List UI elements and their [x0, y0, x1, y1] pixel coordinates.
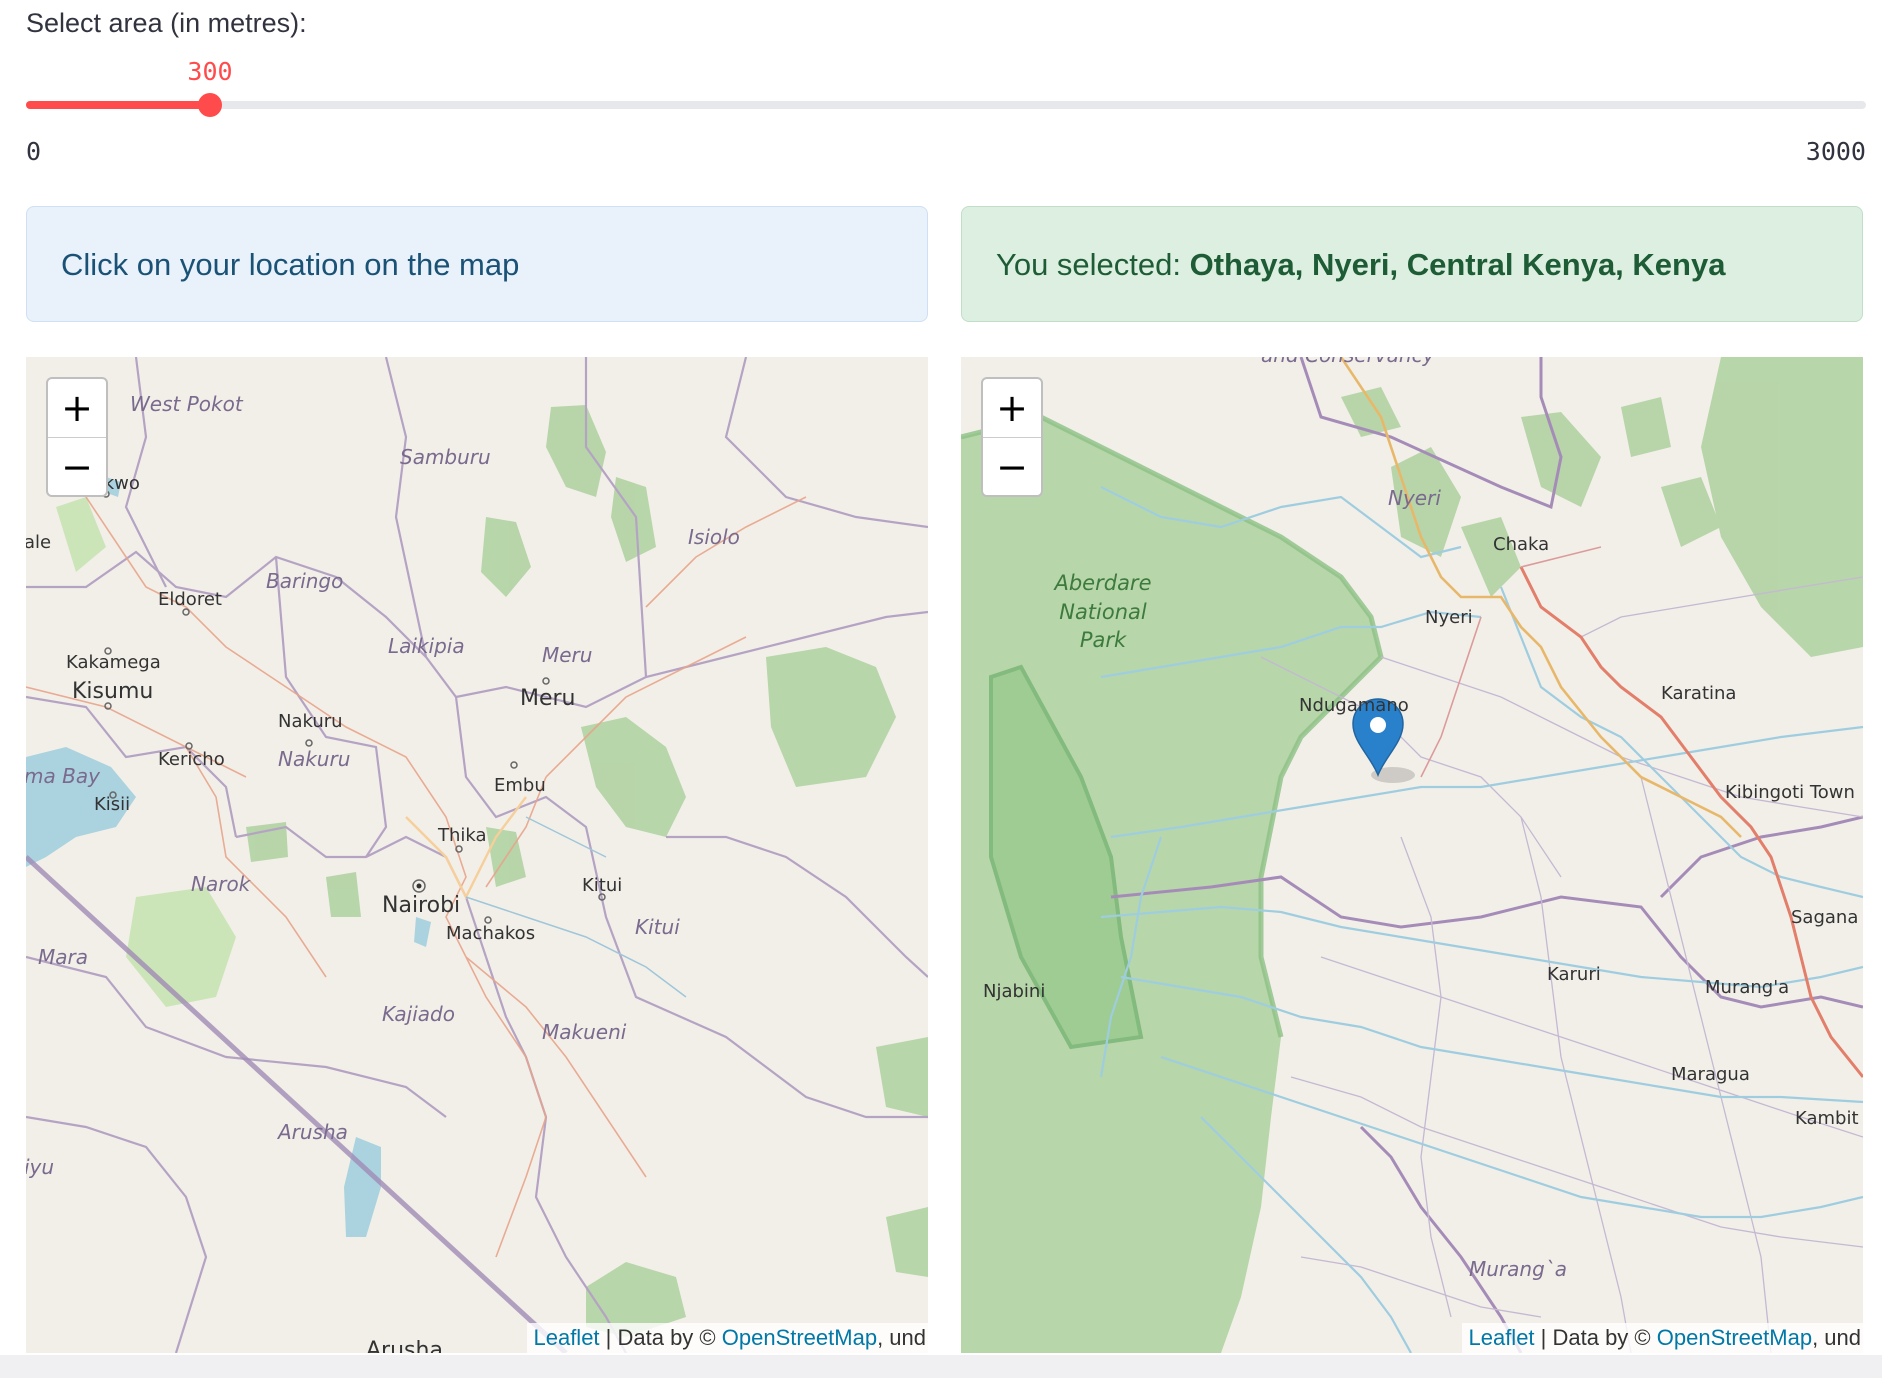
right-zoom-in-button[interactable]: + [983, 379, 1041, 438]
label-ndugamano: Ndugamano [1299, 695, 1409, 716]
label-samburu: Samburu [400, 445, 491, 469]
label-kakamega: Kakamega [66, 652, 161, 673]
leaflet-link[interactable]: Leaflet [1468, 1325, 1534, 1350]
label-ma-bay: ma Bay [26, 764, 101, 788]
selected-location: Othaya, Nyeri, Central Kenya, Kenya [1189, 247, 1726, 282]
success-alert: You selected: Othaya, Nyeri, Central Ken… [961, 206, 1863, 322]
label-makueni: Makueni [542, 1020, 627, 1044]
label-sagana: Sagana [1791, 907, 1858, 928]
label-aberdare-line2: National [1059, 600, 1147, 624]
label-arusha-region: Arusha [276, 1120, 348, 1144]
left-map[interactable]: West Pokot Samburu Isiolo Baringo Laikip… [26, 357, 928, 1353]
right-map-attribution: Leaflet | Data by © OpenStreetMap, und [1462, 1323, 1863, 1353]
page-bottom-strip [0, 1355, 1882, 1378]
label-kitui-county: Kitui [635, 915, 680, 939]
label-karuri: Karuri [1547, 964, 1601, 985]
attribution-tail: , und [877, 1325, 926, 1350]
label-baringo: Baringo [266, 569, 343, 593]
info-alert-text: Click on your location on the map [61, 247, 520, 282]
label-muranga-town: Murang'a [1705, 977, 1789, 998]
label-narok: Narok [191, 872, 252, 896]
label-west-pokot: West Pokot [130, 392, 244, 416]
label-laikipia: Laikipia [388, 634, 465, 658]
label-karatina: Karatina [1661, 683, 1736, 704]
slider-max-label: 3000 [1805, 137, 1866, 166]
right-map[interactable]: and Conservancy Nyeri Murang`a Aberdare … [961, 357, 1863, 1353]
label-kibingoti: Kibingoti Town [1725, 782, 1855, 803]
label-ale: ale [26, 532, 51, 553]
label-thika: Thika [437, 825, 487, 846]
attribution-separator: | Data by © [1534, 1325, 1657, 1350]
right-zoom-out-button[interactable]: − [983, 438, 1041, 496]
left-zoom-in-button[interactable]: + [48, 379, 106, 438]
slider-thumb[interactable] [198, 93, 222, 117]
label-kajiado: Kajiado [382, 1002, 455, 1026]
left-map-attribution: Leaflet | Data by © OpenStreetMap, und [527, 1323, 928, 1353]
label-arusha-town: Arusha [366, 1338, 443, 1353]
label-njabini: Njabini [983, 981, 1045, 1002]
label-aberdare-line3: Park [1080, 628, 1127, 652]
label-embu: Embu [494, 775, 546, 796]
slider-fill [26, 101, 210, 109]
label-mara: Mara [38, 945, 88, 969]
label-maragua: Maragua [1671, 1064, 1750, 1085]
right-zoom-control: + − [981, 377, 1043, 497]
label-nyeri-town: Nyeri [1425, 607, 1473, 628]
label-kitui-town: Kitui [582, 875, 622, 896]
label-nyeri-county: Nyeri [1388, 486, 1441, 510]
left-map-tiles[interactable]: West Pokot Samburu Isiolo Baringo Laikip… [26, 357, 928, 1353]
right-map-tiles[interactable]: and Conservancy Nyeri Murang`a Aberdare … [961, 357, 1863, 1353]
label-kisumu: Kisumu [72, 679, 153, 704]
slider-current-value: 300 [187, 57, 233, 86]
info-alert: Click on your location on the map [26, 206, 928, 322]
left-zoom-out-button[interactable]: − [48, 438, 106, 496]
area-slider[interactable] [26, 93, 1866, 117]
label-nakuru-town: Nakuru [278, 711, 343, 732]
label-isiolo: Isiolo [688, 525, 740, 549]
leaflet-link[interactable]: Leaflet [533, 1325, 599, 1350]
label-meru-county: Meru [542, 643, 592, 667]
label-aberdare-line1: Aberdare [1052, 571, 1151, 595]
label-kisii: Kisii [94, 794, 130, 815]
left-zoom-control: + − [46, 377, 108, 497]
openstreetmap-link[interactable]: OpenStreetMap [722, 1325, 877, 1350]
openstreetmap-link[interactable]: OpenStreetMap [1657, 1325, 1812, 1350]
label-muranga-county: Murang`a [1469, 1257, 1567, 1281]
label-kambiti: Kambit [1795, 1108, 1859, 1129]
label-eldoret: Eldoret [158, 589, 222, 610]
label-conservancy: and Conservancy [1261, 357, 1436, 367]
label-kericho: Kericho [158, 749, 225, 770]
attribution-tail: , und [1812, 1325, 1861, 1350]
label-iyu: iyu [26, 1155, 54, 1179]
label-nakuru-county: Nakuru [278, 747, 350, 771]
label-chaka: Chaka [1493, 534, 1549, 555]
attribution-separator: | Data by © [599, 1325, 722, 1350]
slider-label: Select area (in metres): [26, 8, 307, 38]
label-machakos: Machakos [446, 923, 535, 944]
slider-min-label: 0 [26, 137, 42, 166]
label-meru-town: Meru [520, 686, 576, 711]
success-alert-prefix: You selected: [996, 247, 1190, 282]
label-nairobi: Nairobi [382, 893, 460, 918]
